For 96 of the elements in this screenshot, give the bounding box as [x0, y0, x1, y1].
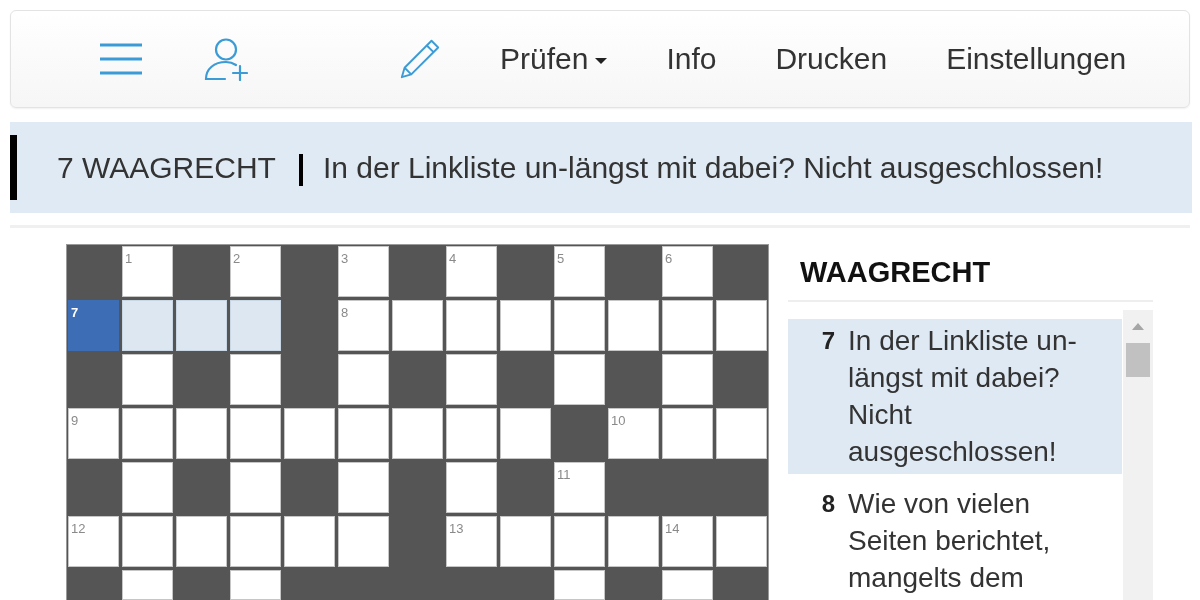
crossword-cell[interactable]	[500, 516, 551, 567]
crossword-cell[interactable]	[230, 570, 281, 600]
crossword-cell[interactable]	[230, 462, 281, 513]
crossword-cell[interactable]	[554, 516, 605, 567]
crossword-cell[interactable]	[176, 408, 227, 459]
crossword-cell[interactable]: 5	[554, 246, 605, 297]
crossword-cell[interactable]: 1	[122, 246, 173, 297]
crossword-cell[interactable]	[446, 300, 497, 351]
cell-number: 3	[341, 252, 349, 265]
crossword-cell[interactable]	[662, 300, 713, 351]
user-plus-icon	[203, 37, 248, 81]
cell-number: 12	[71, 522, 86, 535]
cell-number: 13	[449, 522, 464, 535]
toolbar-menu-item[interactable]: Prüfen	[500, 41, 608, 77]
accent-bar	[10, 135, 17, 200]
edit-button[interactable]	[398, 37, 440, 81]
crossword-cell[interactable]	[176, 300, 227, 351]
crossword-cell[interactable]	[716, 408, 767, 459]
crossword-cell[interactable]	[446, 462, 497, 513]
toolbar-menu-item[interactable]: Einstellungen	[946, 41, 1127, 77]
crossword-cell[interactable]	[446, 408, 497, 459]
crossword-cell[interactable]	[662, 354, 713, 405]
crossword-cell[interactable]: 3	[338, 246, 389, 297]
cell-number: 5	[557, 252, 565, 265]
clue-number: 7	[820, 326, 835, 356]
crossword-cell[interactable]	[230, 516, 281, 567]
crossword-cell[interactable]: 7	[68, 300, 119, 351]
crossword-cell[interactable]	[716, 516, 767, 567]
clue-text: In der Linkliste un-längst mit dabei? Nicht ausgeschlossen!	[848, 324, 1078, 469]
crossword-cell[interactable]	[446, 354, 497, 405]
clue-label: 7 WAAGRECHT	[57, 150, 276, 185]
clue-number: 8	[820, 489, 835, 519]
crossword-cell[interactable]: 4	[446, 246, 497, 297]
cell-number: 8	[341, 306, 349, 319]
crossword-cell[interactable]	[230, 354, 281, 405]
crossword-cell[interactable]: 10	[608, 408, 659, 459]
crossword-cell[interactable]	[338, 516, 389, 567]
crossword-cell[interactable]	[122, 516, 173, 567]
scroll-up-icon[interactable]	[1132, 323, 1144, 330]
crossword-cell[interactable]: 2	[230, 246, 281, 297]
section-heading: WAAGRECHT	[788, 244, 1153, 302]
clue-item[interactable]: 7 In der Linkliste un-längst mit dabei? Nicht ausgeschlossen!	[788, 319, 1122, 474]
scrollbar-thumb[interactable]	[1126, 343, 1150, 377]
add-user-button[interactable]	[203, 37, 248, 81]
scrollbar-track[interactable]	[1123, 310, 1153, 600]
crossword-cell[interactable]	[338, 354, 389, 405]
crossword-cell[interactable]	[338, 408, 389, 459]
crossword-cell[interactable]	[122, 570, 173, 600]
cell-number: 2	[233, 252, 241, 265]
crossword-cell[interactable]	[338, 462, 389, 513]
crossword-cell[interactable]	[500, 300, 551, 351]
crossword-cell[interactable]	[554, 300, 605, 351]
crossword-cell[interactable]	[608, 300, 659, 351]
crossword-cell[interactable]	[284, 408, 335, 459]
separator-bar	[298, 153, 303, 186]
crossword-cell[interactable]	[230, 408, 281, 459]
crossword-cell[interactable]	[122, 300, 173, 351]
crossword-cell[interactable]	[554, 570, 605, 600]
crossword-cell[interactable]	[122, 354, 173, 405]
crossword-cell[interactable]	[284, 516, 335, 567]
crossword-cell[interactable]	[716, 300, 767, 351]
crossword-cell[interactable]: 13	[446, 516, 497, 567]
crossword-cell[interactable]: 12	[68, 516, 119, 567]
menu-button[interactable]	[100, 43, 142, 75]
cell-number: 10	[611, 414, 626, 427]
cell-number: 9	[71, 414, 79, 427]
crossword-cell[interactable]: 14	[662, 516, 713, 567]
crossword-cell[interactable]: 8	[338, 300, 389, 351]
caret-icon	[595, 57, 608, 64]
cell-number: 4	[449, 252, 457, 265]
crossword-cell[interactable]	[608, 516, 659, 567]
crossword-cell[interactable]	[554, 354, 605, 405]
pencil-icon	[398, 37, 440, 81]
crossword-cell[interactable]: 11	[554, 462, 605, 513]
clue-text: Wie von vielen Seiten berichtet, mangelts dem	[848, 487, 1052, 595]
crossword-cell[interactable]	[392, 300, 443, 351]
crossword-cell[interactable]	[176, 516, 227, 567]
crossword-cell[interactable]	[500, 408, 551, 459]
clue-text: In der Linkliste un-längst mit dabei? Nicht ausgeschlossen!	[322, 150, 1104, 185]
menu-icon	[100, 43, 142, 75]
clue-item[interactable]: 8 Wie von vielen Seiten berichtet, mangelts dem	[788, 482, 1122, 600]
cell-number: 14	[665, 522, 680, 535]
crossword-cell[interactable]	[230, 300, 281, 351]
crossword-cell[interactable]: 6	[662, 246, 713, 297]
crossword-cell[interactable]	[122, 462, 173, 513]
crossword-cell[interactable]	[662, 570, 713, 600]
toolbar-menu-item[interactable]: Drucken	[775, 41, 888, 77]
cell-number: 7	[71, 306, 79, 319]
crossword-cell[interactable]	[392, 408, 443, 459]
crossword-cell[interactable]	[662, 408, 713, 459]
cell-number: 11	[557, 468, 571, 481]
crossword-cell[interactable]: 9	[68, 408, 119, 459]
cell-number: 1	[125, 252, 133, 265]
cell-number: 6	[665, 252, 673, 265]
toolbar-menu-item[interactable]: Info	[666, 41, 717, 77]
crossword-cell[interactable]	[122, 408, 173, 459]
